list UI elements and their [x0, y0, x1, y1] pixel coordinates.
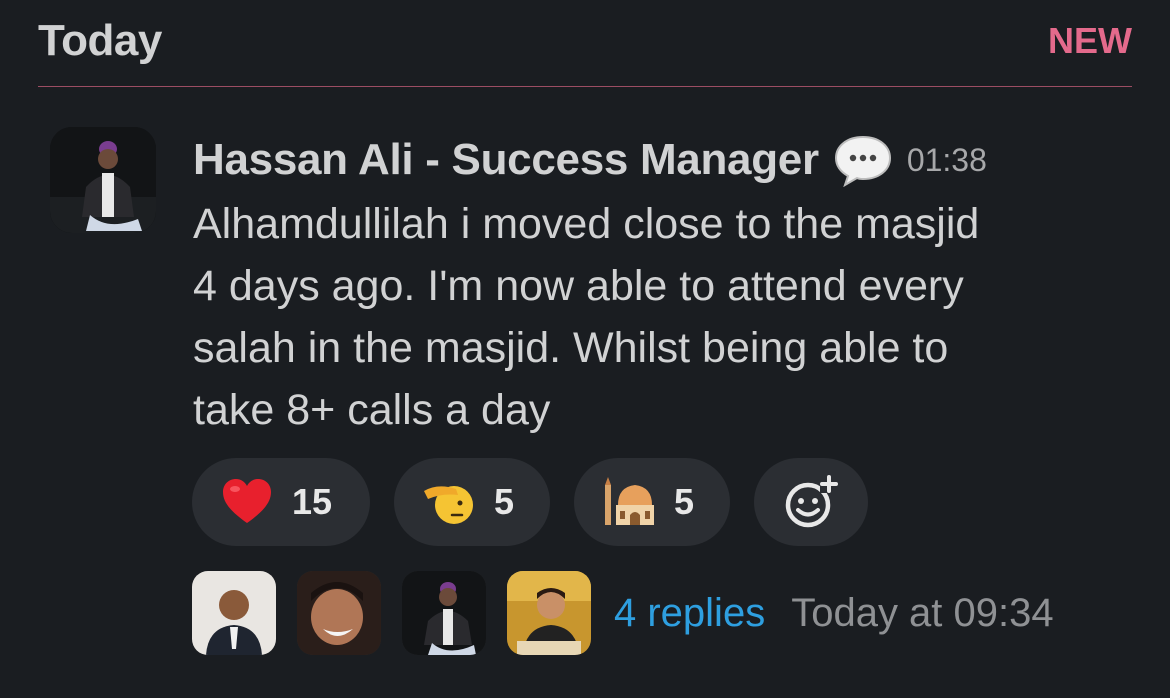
replier-avatar	[297, 571, 381, 655]
day-label: Today	[38, 16, 162, 65]
new-label: NEW	[1048, 20, 1132, 61]
reaction-count: 15	[292, 481, 333, 522]
message-header: Hassan Ali - Success Manager 01:38	[193, 130, 987, 190]
mosque-icon	[605, 477, 654, 525]
message-line: salah in the masjid. Whilst being able t…	[193, 324, 949, 372]
heart-icon	[223, 479, 271, 523]
message-body: Alhamdullilah i moved close to the masji…	[193, 193, 1143, 441]
sender-avatar[interactable]	[50, 127, 156, 233]
reaction-salute-button[interactable]: 5	[394, 458, 550, 546]
add-reaction-icon	[785, 475, 838, 528]
last-reply-time: Today at 09:34	[791, 590, 1054, 635]
replier-avatar	[402, 571, 486, 655]
reactions-bar: 15 5 5	[192, 458, 868, 546]
speech-bubble-icon	[834, 135, 891, 187]
message-time[interactable]: 01:38	[907, 142, 987, 179]
replies-link[interactable]: 4 replies	[614, 591, 765, 636]
message-line: take 8+ calls a day	[193, 386, 551, 434]
replier-avatar	[192, 571, 276, 655]
reaction-count: 5	[494, 481, 515, 522]
thread-summary[interactable]: 4 replies Today at 09:34	[192, 570, 1054, 656]
new-messages-divider: Today NEW	[38, 0, 1132, 87]
sender-name[interactable]: Hassan Ali - Success Manager	[193, 135, 819, 185]
reaction-heart-button[interactable]: 15	[192, 458, 370, 546]
replier-avatar	[507, 571, 591, 655]
reaction-mosque-button[interactable]: 5	[574, 458, 730, 546]
saluting-face-icon	[424, 486, 473, 524]
add-reaction-button[interactable]	[754, 458, 868, 546]
message-line: 4 days ago. I'm now able to attend every	[193, 262, 964, 310]
message-line: Alhamdullilah i moved close to the masji…	[193, 200, 980, 248]
reaction-count: 5	[674, 481, 695, 522]
